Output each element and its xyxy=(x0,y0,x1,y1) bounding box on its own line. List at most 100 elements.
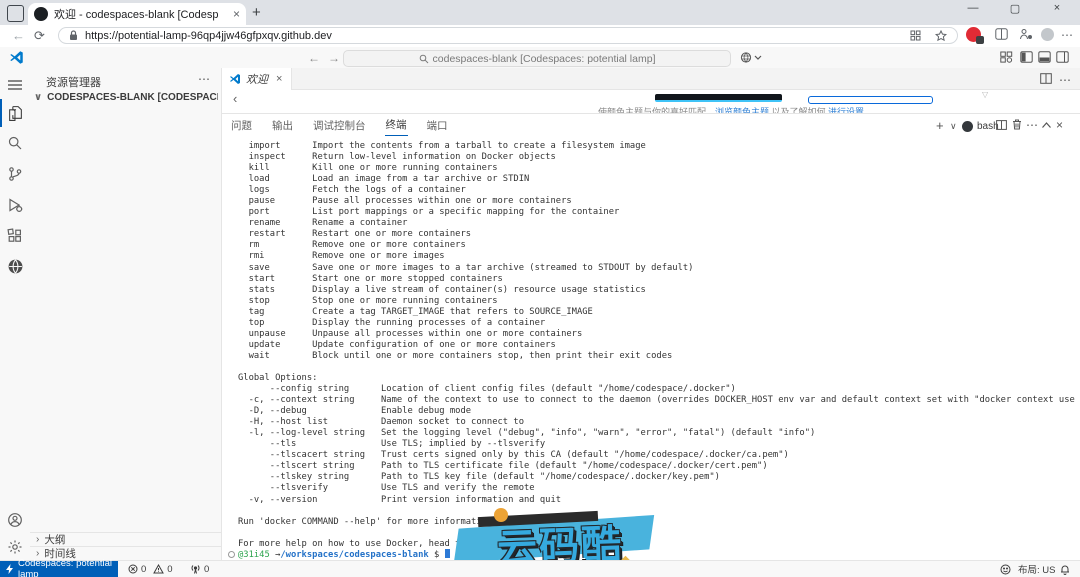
customize-layout-icon[interactable] xyxy=(1000,51,1013,63)
search-view-icon[interactable] xyxy=(0,128,30,158)
scroll-hint-icon: ▽ xyxy=(982,90,988,99)
extension-icon[interactable] xyxy=(966,27,981,42)
tab-close-icon[interactable]: × xyxy=(276,73,282,85)
github-favicon-icon xyxy=(34,7,48,21)
panel-tab-5[interactable]: 端口 xyxy=(426,115,449,136)
warning-icon xyxy=(153,564,164,574)
url-text: https://potential-lamp-96qp4jjw46gfpxqv.… xyxy=(85,30,910,42)
remote-indicator[interactable]: Codespaces: potential lamp xyxy=(0,561,118,577)
terminal-dropdown-icon[interactable]: ∨ xyxy=(950,121,957,132)
apps-grid-icon[interactable] xyxy=(910,30,921,41)
warning-count: 0 xyxy=(167,564,172,575)
search-icon xyxy=(419,54,429,64)
codespaces-remote-icon xyxy=(5,564,14,574)
prompt-path: /workspaces/codespaces-blank xyxy=(280,550,428,560)
editor-tab-label: 欢迎 xyxy=(246,71,268,87)
toggle-secondary-sidebar-icon[interactable] xyxy=(1056,51,1069,63)
history-forward-icon[interactable]: → xyxy=(328,51,340,65)
keyboard-layout-status[interactable]: 布局: US xyxy=(1018,561,1055,577)
prompt-dollar: $ xyxy=(429,550,445,560)
prompt-user: @31i45 xyxy=(238,550,270,560)
remote-explorer-icon[interactable] xyxy=(0,251,30,281)
keyboard-layout-label: 布局: US xyxy=(1018,562,1055,576)
sidebar-more-icon[interactable]: ⋯ xyxy=(198,72,210,86)
address-bar[interactable]: https://potential-lamp-96qp4jjw46gfpxqv.… xyxy=(58,27,958,44)
sidebar-root-folder[interactable]: ∨ CODESPACES-BLANK [CODESPACES: POTENTIA… xyxy=(34,92,218,103)
tab-close-icon[interactable]: × xyxy=(233,7,240,21)
run-debug-icon[interactable] xyxy=(0,190,30,220)
bash-icon xyxy=(962,121,973,132)
editor-tab-bar xyxy=(222,68,1080,90)
tab-actions-icon[interactable] xyxy=(7,5,24,22)
terminal-list-item-bash[interactable]: bash xyxy=(962,118,999,134)
panel-tab-1[interactable]: 问题 xyxy=(230,115,253,136)
explorer-icon[interactable] xyxy=(0,98,30,128)
editor-more-icon[interactable]: ⋯ xyxy=(1059,73,1071,87)
outline-label: 大纲 xyxy=(44,532,65,547)
command-decoration-icon[interactable] xyxy=(228,551,235,558)
error-count: 0 xyxy=(141,564,146,575)
source-control-icon[interactable] xyxy=(0,159,30,189)
toggle-panel-icon[interactable] xyxy=(1038,51,1051,63)
extension-badge xyxy=(976,36,984,44)
maximize-panel-icon[interactable] xyxy=(1042,122,1051,128)
close-panel-icon[interactable]: × xyxy=(1056,118,1063,132)
split-terminal-icon[interactable] xyxy=(996,120,1007,130)
error-icon xyxy=(128,564,138,574)
browser-refresh-icon[interactable]: ⟳ xyxy=(34,28,45,44)
browser-back-icon[interactable]: ← xyxy=(12,28,25,43)
terminal-output[interactable]: import Import the contents from a tarbal… xyxy=(238,141,1076,550)
root-folder-label: CODESPACES-BLANK [CODESPACES: POTENTIAL … xyxy=(47,92,218,103)
menu-hamburger-icon[interactable] xyxy=(0,70,30,100)
window-minimize-button[interactable]: — xyxy=(958,2,988,14)
command-center-search[interactable]: codespaces-blank [Codespaces: potential … xyxy=(343,50,731,67)
sidebar-title: 资源管理器 xyxy=(46,74,101,90)
theme-preview-dark[interactable] xyxy=(655,94,782,102)
ports-antenna-icon xyxy=(190,564,201,574)
prompt-arrow: → xyxy=(270,550,281,560)
editor-tab-welcome[interactable]: 欢迎 × xyxy=(222,68,292,90)
profile-settings-icon[interactable] xyxy=(1019,28,1033,40)
sidebar-section-outline[interactable]: › 大纲 xyxy=(30,532,221,546)
browser-more-icon[interactable]: ⋯ xyxy=(1061,28,1073,42)
vscode-logo-icon xyxy=(9,50,24,65)
kill-terminal-trash-icon[interactable] xyxy=(1012,119,1022,130)
accounts-icon[interactable] xyxy=(0,505,30,535)
panel-tab-4[interactable]: 终端 xyxy=(385,114,408,136)
ports-count: 0 xyxy=(204,564,209,575)
browser-tab[interactable]: 欢迎 - codespaces-blank [Codesp × xyxy=(28,3,246,25)
problems-status[interactable]: 0 0 xyxy=(128,561,173,577)
terminal-prompt[interactable]: @31i45 →/workspaces/codespaces-blank $ xyxy=(238,549,450,560)
window-maximize-button[interactable]: ▢ xyxy=(1000,2,1030,15)
extensions-icon[interactable] xyxy=(0,221,30,251)
split-editor-icon[interactable] xyxy=(1040,73,1052,84)
back-chevron-icon[interactable]: ‹ xyxy=(233,91,237,106)
ports-status[interactable]: 0 xyxy=(190,561,209,577)
toggle-sidebar-icon[interactable] xyxy=(1020,51,1033,63)
new-tab-button[interactable]: + xyxy=(252,4,261,21)
command-center-text: codespaces-blank [Codespaces: potential … xyxy=(433,53,656,65)
notifications-bell-icon[interactable] xyxy=(1060,561,1070,577)
remote-label: Codespaces: potential lamp xyxy=(18,558,118,577)
panel-tab-bar: 问题输出调试控制台终端端口 xyxy=(230,114,449,136)
explorer-sidebar xyxy=(30,68,222,560)
new-terminal-icon[interactable]: + xyxy=(936,118,944,133)
favorites-star-icon[interactable] xyxy=(935,30,947,42)
terminal-cursor xyxy=(445,549,450,558)
feedback-smiley-icon[interactable] xyxy=(1000,561,1011,577)
browser-tab-title: 欢迎 - codespaces-blank [Codesp xyxy=(54,6,229,22)
avatar[interactable] xyxy=(1041,28,1054,41)
chevron-down-icon: ∨ xyxy=(34,92,42,103)
window-close-button[interactable]: × xyxy=(1042,2,1072,14)
theme-preview-light[interactable] xyxy=(808,96,933,104)
vscode-file-icon xyxy=(229,73,241,85)
panel-more-icon[interactable]: ⋯ xyxy=(1026,118,1038,132)
history-back-icon[interactable]: ← xyxy=(308,51,320,65)
lock-icon xyxy=(69,30,78,41)
chevron-right-icon: › xyxy=(36,534,39,545)
remote-menu-icon[interactable] xyxy=(740,51,762,64)
panel-tab-3[interactable]: 调试控制台 xyxy=(312,115,367,136)
welcome-text-clipped: 使颜色主题与你的喜好匹配。浏览颜色主题 以及了解如何 进行设置 xyxy=(598,105,998,113)
split-screen-icon[interactable] xyxy=(995,28,1008,40)
panel-tab-2[interactable]: 输出 xyxy=(271,115,294,136)
